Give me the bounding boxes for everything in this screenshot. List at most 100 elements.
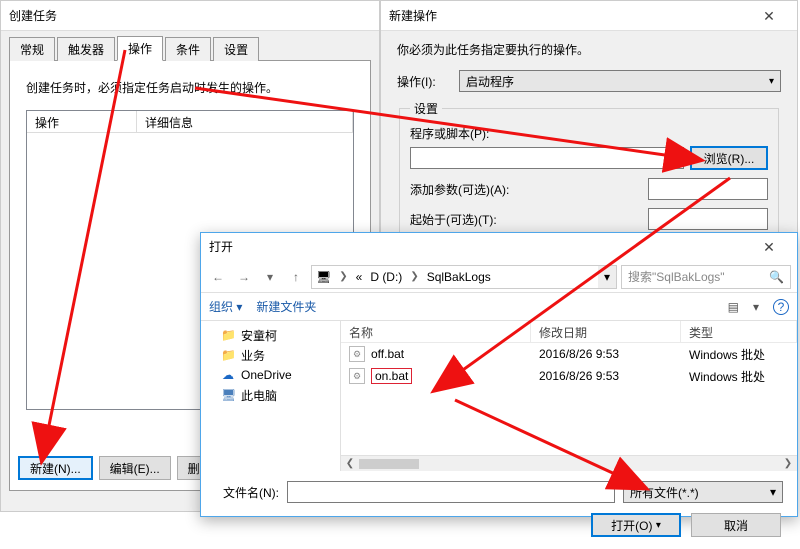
- close-icon[interactable]: ✕: [749, 1, 789, 31]
- create-task-titlebar: 创建任务: [1, 1, 379, 31]
- open-button[interactable]: 打开(O) ▾: [591, 513, 681, 537]
- action-type-combo[interactable]: 启动程序 ▾: [459, 70, 781, 92]
- tab-conditions[interactable]: 条件: [165, 37, 211, 61]
- col-details[interactable]: 详细信息: [137, 111, 353, 132]
- chevron-down-icon: ▾: [656, 520, 661, 531]
- nav-back-icon[interactable]: ←: [207, 266, 229, 288]
- new-action-title: 新建操作: [389, 1, 437, 31]
- tree-item-label: 此电脑: [241, 387, 277, 404]
- file-row[interactable]: ⚙ on.bat 2016/8/26 9:53Windows 批处: [341, 365, 797, 387]
- file-date: 2016/8/26 9:53: [531, 369, 681, 383]
- crumb-dropdown[interactable]: ▾: [598, 266, 616, 288]
- startin-label: 起始于(可选)(T):: [410, 211, 642, 228]
- nav-forward-icon[interactable]: →: [233, 266, 255, 288]
- crumb-drive[interactable]: D (D:): [366, 270, 406, 284]
- cancel-button[interactable]: 取消: [691, 513, 781, 537]
- chevron-down-icon: ▾: [769, 76, 774, 87]
- file-date: 2016/8/26 9:53: [531, 347, 681, 361]
- organize-menu[interactable]: 组织 ▾: [209, 298, 242, 315]
- bat-file-icon: ⚙: [349, 368, 365, 384]
- action-settings-group: 设置 程序或脚本(P): 浏览(R)... 添加参数(可选)(A): 起始于(可…: [399, 100, 779, 239]
- new-action-window: 新建操作 ✕ 你必须为此任务指定要执行的操作。 操作(I): 启动程序 ▾ 设置…: [380, 0, 798, 250]
- file-row[interactable]: ⚙ off.bat 2016/8/26 9:53Windows 批处: [341, 343, 797, 365]
- chevron-down-icon: ▾: [770, 485, 776, 499]
- file-name: off.bat: [371, 347, 404, 361]
- file-name: on.bat: [371, 368, 412, 384]
- col-action[interactable]: 操作: [27, 111, 137, 132]
- filetype-filter[interactable]: 所有文件(*.*) ▾: [623, 481, 783, 503]
- tree-item-label: 安童柯: [241, 327, 277, 344]
- search-icon: 🔍: [769, 270, 784, 284]
- settings-legend: 设置: [410, 100, 442, 117]
- task-tabs: 常规 触发器 操作 条件 设置: [9, 37, 371, 61]
- help-icon[interactable]: ?: [773, 299, 789, 315]
- filter-value: 所有文件(*.*): [630, 484, 699, 501]
- file-type: Windows 批处: [681, 346, 797, 363]
- col-name[interactable]: 名称: [341, 321, 531, 342]
- new-folder-button[interactable]: 新建文件夹: [256, 298, 316, 315]
- folder-tree[interactable]: 📁 安童柯 📁 业务 ☁ OneDrive 🖥 此电脑: [201, 321, 341, 471]
- open-bottom: 文件名(N): 所有文件(*.*) ▾ 打开(O) ▾ 取消: [201, 471, 797, 549]
- task-hint: 创建任务时，必须指定任务启动时发生的操作。: [26, 79, 354, 96]
- folder-icon: ☁: [221, 368, 235, 382]
- action-type-label: 操作(I):: [397, 73, 453, 90]
- tree-item[interactable]: 📁 业务: [207, 345, 334, 365]
- tree-item[interactable]: 🖥 此电脑: [207, 385, 334, 405]
- chevron-right-icon: ❯: [406, 271, 422, 282]
- view-icon[interactable]: ▤: [728, 300, 739, 314]
- startin-input[interactable]: [648, 208, 768, 230]
- folder-icon: 🖥: [221, 388, 235, 402]
- views-chevron-icon[interactable]: ▾: [753, 300, 759, 314]
- create-task-title: 创建任务: [9, 1, 57, 31]
- nav-up-icon[interactable]: ↑: [285, 266, 307, 288]
- tree-item-label: 业务: [241, 347, 265, 364]
- scroll-thumb[interactable]: [359, 459, 419, 469]
- breadcrumb[interactable]: 🖥 ❯ « D (D:) ❯ SqlBakLogs ▾: [311, 265, 617, 289]
- open-nav: ← → ▾ ↑ 🖥 ❯ « D (D:) ❯ SqlBakLogs ▾ 搜索"S…: [201, 261, 797, 293]
- filename-input[interactable]: [287, 481, 615, 503]
- crumb-folder[interactable]: SqlBakLogs: [423, 270, 495, 284]
- tree-item-label: OneDrive: [241, 368, 292, 382]
- addargs-input[interactable]: [648, 178, 768, 200]
- action-list-header: 操作 详细信息: [27, 111, 353, 133]
- new-action-hint: 你必须为此任务指定要执行的操作。: [397, 41, 781, 58]
- tab-triggers[interactable]: 触发器: [57, 37, 115, 61]
- open-file-dialog: 打开 ✕ ← → ▾ ↑ 🖥 ❯ « D (D:) ❯ SqlBakLogs ▾…: [200, 232, 798, 517]
- h-scrollbar[interactable]: ❮ ❯: [341, 455, 797, 471]
- file-type: Windows 批处: [681, 368, 797, 385]
- browse-button[interactable]: 浏览(R)...: [690, 146, 768, 170]
- nav-recent-icon[interactable]: ▾: [259, 266, 281, 288]
- addargs-label: 添加参数(可选)(A):: [410, 181, 642, 198]
- col-type[interactable]: 类型: [681, 321, 797, 342]
- open-titlebar: 打开 ✕: [201, 233, 797, 261]
- close-icon[interactable]: ✕: [749, 232, 789, 262]
- search-input[interactable]: 搜索"SqlBakLogs" 🔍: [621, 265, 791, 289]
- filename-label: 文件名(N):: [215, 484, 279, 501]
- open-toolbar: 组织 ▾ 新建文件夹 ▤ ▾ ?: [201, 293, 797, 321]
- search-placeholder: 搜索"SqlBakLogs": [628, 268, 725, 285]
- tab-general[interactable]: 常规: [9, 37, 55, 61]
- action-type-value: 启动程序: [466, 73, 514, 90]
- tab-settings[interactable]: 设置: [213, 37, 259, 61]
- file-list[interactable]: ⚙ off.bat 2016/8/26 9:53Windows 批处 ⚙ on.bat 2…: [341, 343, 797, 455]
- chevron-right-icon: ❯: [335, 271, 351, 282]
- col-date[interactable]: 修改日期: [531, 321, 681, 342]
- scroll-right-icon[interactable]: ❯: [781, 458, 795, 469]
- open-title: 打开: [209, 232, 233, 262]
- new-action-titlebar: 新建操作 ✕: [381, 1, 797, 31]
- file-list-header: 名称 修改日期 类型: [341, 321, 797, 343]
- program-path-input[interactable]: [410, 147, 684, 169]
- tree-item[interactable]: ☁ OneDrive: [207, 365, 334, 385]
- bat-file-icon: ⚙: [349, 346, 365, 362]
- file-pane: 名称 修改日期 类型 ⚙ off.bat 2016/8/26 9:53Windows…: [341, 321, 797, 471]
- scroll-left-icon[interactable]: ❮: [343, 458, 357, 469]
- new-action-button[interactable]: 新建(N)...: [18, 456, 93, 480]
- tab-actions[interactable]: 操作: [117, 36, 163, 61]
- folder-icon: 📁: [221, 348, 235, 362]
- task-button-row: 新建(N)... 编辑(E)... 删: [18, 456, 211, 480]
- folder-icon: 📁: [221, 328, 235, 342]
- edit-action-button[interactable]: 编辑(E)...: [99, 456, 171, 480]
- new-action-body: 你必须为此任务指定要执行的操作。 操作(I): 启动程序 ▾ 设置 程序或脚本(…: [381, 31, 797, 249]
- program-label: 程序或脚本(P):: [410, 125, 768, 142]
- tree-item[interactable]: 📁 安童柯: [207, 325, 334, 345]
